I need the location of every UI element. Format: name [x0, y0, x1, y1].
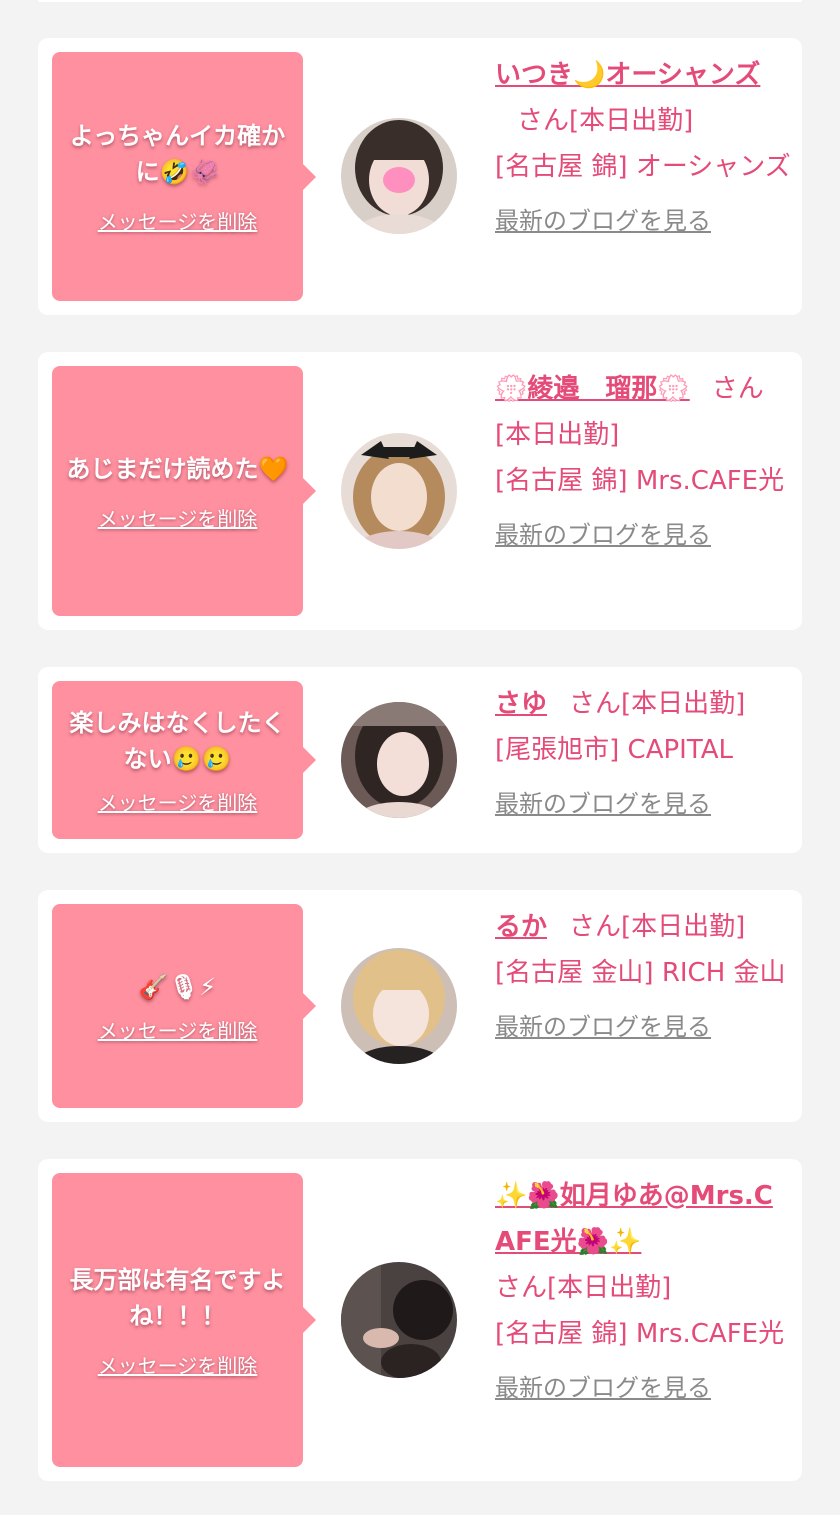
avatar[interactable]	[341, 118, 457, 234]
latest-blog-link[interactable]: 最新のブログを見る	[495, 781, 791, 827]
cast-status: さん[本日出勤]	[569, 912, 746, 942]
message-card: よっちゃんイカ確かに🤣🦑 メッセージを削除 いつき🌙オーシャンズさん[本日出勤]…	[38, 38, 802, 315]
latest-blog-link[interactable]: 最新のブログを見る	[495, 198, 791, 244]
latest-blog-link[interactable]: 最新のブログを見る	[495, 1365, 791, 1411]
message-card: 🎸🎙⚡ メッセージを削除 るか さん[本日出勤] [名古屋 金山] RICH 金山…	[38, 890, 802, 1122]
cast-name-link[interactable]: さゆ	[495, 689, 547, 719]
avatar[interactable]	[341, 948, 457, 1064]
cast-info: いつき🌙オーシャンズさん[本日出勤] [名古屋 錦] オーシャンズ 最新のブログ…	[495, 52, 791, 244]
message-text: 長万部は有名ですよね！！！	[69, 1265, 286, 1330]
cast-name-link[interactable]: ✨🌺如月ゆあ@Mrs.CAFE光🌺✨	[495, 1181, 773, 1257]
shop-info: [名古屋 金山] RICH 金山	[495, 958, 786, 988]
latest-blog-link[interactable]: 最新のブログを見る	[495, 1004, 791, 1050]
message-bubble: 楽しみはなくしたくない🥲🥲 メッセージを削除	[52, 681, 316, 839]
message-bubble: 🎸🎙⚡ メッセージを削除	[52, 904, 316, 1108]
cast-name-link[interactable]: 💮綾邉 瑠那💮	[495, 374, 690, 404]
message-card: あじまだけ読めた🧡 メッセージを削除 💮綾邉 瑠那💮 さん[本日出勤] [名古屋 …	[38, 352, 802, 630]
delete-message-link[interactable]: メッセージを削除	[98, 206, 258, 235]
message-text: 🎸🎙⚡	[138, 972, 217, 1001]
delete-message-link[interactable]: メッセージを削除	[98, 1015, 258, 1044]
shop-info: [名古屋 錦] Mrs.CAFE光	[495, 466, 785, 496]
avatar[interactable]	[341, 1262, 457, 1378]
cast-status: さん[本日出勤]	[495, 1273, 672, 1303]
avatar[interactable]	[341, 433, 457, 549]
message-text: 楽しみはなくしたくない🥲🥲	[69, 708, 286, 773]
message-text: あじまだけ読めた🧡	[66, 454, 289, 483]
message-bubble: 長万部は有名ですよね！！！ メッセージを削除	[52, 1173, 316, 1467]
avatar[interactable]	[341, 702, 457, 818]
shop-info: [尾張旭市] CAPITAL	[495, 735, 733, 765]
message-list-page: よっちゃんイカ確かに🤣🦑 メッセージを削除 いつき🌙オーシャンズさん[本日出勤]…	[0, 0, 840, 1515]
message-card: 楽しみはなくしたくない🥲🥲 メッセージを削除 さゆ さん[本日出勤] [尾張旭市]…	[38, 667, 802, 853]
cast-info: 💮綾邉 瑠那💮 さん[本日出勤] [名古屋 錦] Mrs.CAFE光 最新のブログ…	[495, 366, 791, 558]
cast-name-link[interactable]: るか	[495, 912, 547, 942]
cast-name-link[interactable]: いつき🌙オーシャンズ	[495, 60, 760, 90]
message-text: よっちゃんイカ確かに🤣🦑	[69, 122, 286, 186]
shop-info: [名古屋 錦] オーシャンズ	[495, 152, 791, 182]
delete-message-link[interactable]: メッセージを削除	[98, 503, 258, 532]
message-card: 長万部は有名ですよね！！！ メッセージを削除 ✨🌺如月ゆあ@Mrs.CAFE光🌺…	[38, 1159, 802, 1481]
cast-status: さん[本日出勤]	[569, 689, 746, 719]
cast-info: さゆ さん[本日出勤] [尾張旭市] CAPITAL 最新のブログを見る	[495, 681, 791, 827]
message-bubble: よっちゃんイカ確かに🤣🦑 メッセージを削除	[52, 52, 316, 301]
latest-blog-link[interactable]: 最新のブログを見る	[495, 512, 791, 558]
delete-message-link[interactable]: メッセージを削除	[98, 787, 258, 816]
cast-info: るか さん[本日出勤] [名古屋 金山] RICH 金山 最新のブログを見る	[495, 904, 791, 1050]
delete-message-link[interactable]: メッセージを削除	[98, 1350, 258, 1379]
shop-info: [名古屋 錦] Mrs.CAFE光	[495, 1319, 785, 1349]
previous-card-edge	[38, 0, 802, 2]
cast-status: さん[本日出勤]	[517, 106, 694, 136]
cast-info: ✨🌺如月ゆあ@Mrs.CAFE光🌺✨ さん[本日出勤] [名古屋 錦] Mrs.C…	[495, 1173, 791, 1411]
message-bubble: あじまだけ読めた🧡 メッセージを削除	[52, 366, 316, 616]
